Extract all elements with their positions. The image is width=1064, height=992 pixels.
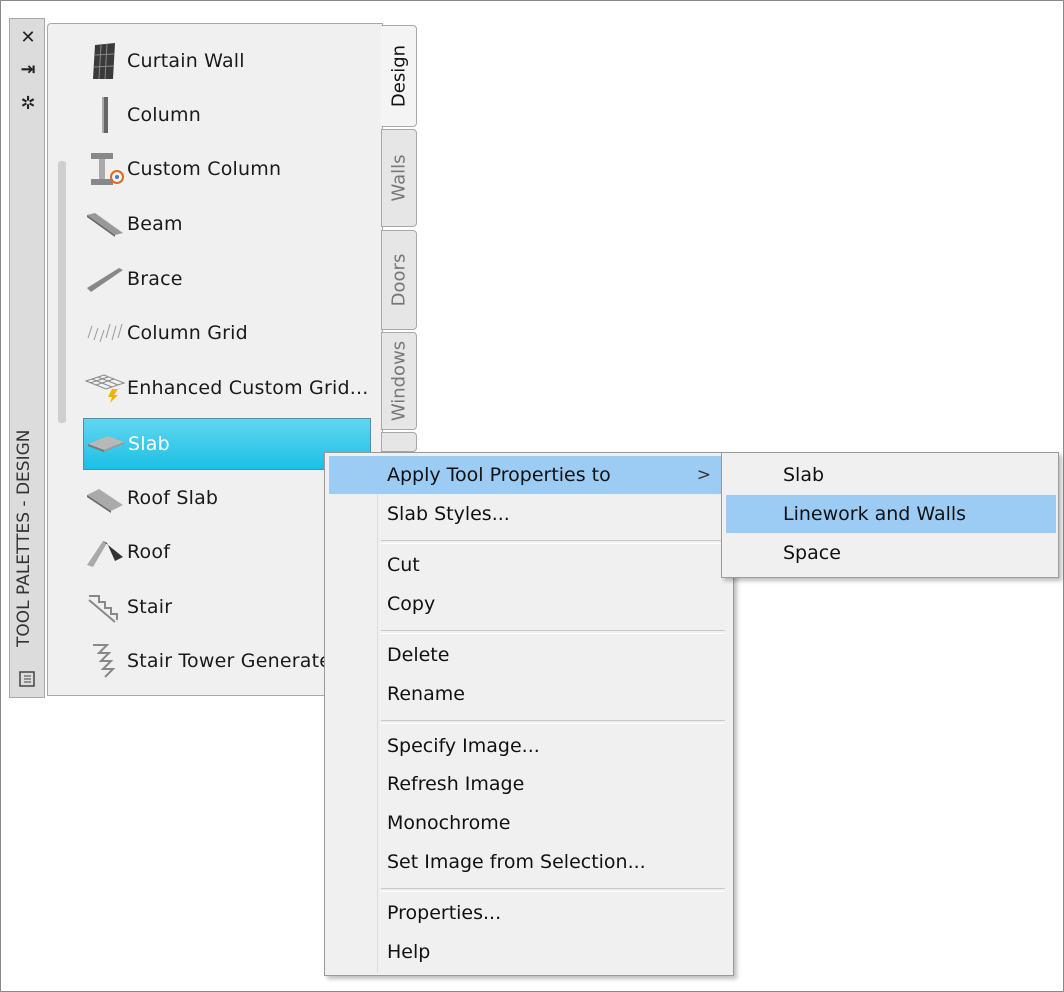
close-icon[interactable]: ✕: [18, 27, 38, 48]
menu-item-monochrome[interactable]: Monochrome: [329, 804, 729, 842]
tool-label: Column: [127, 104, 201, 126]
menu-item-label: Slab Styles...: [387, 503, 510, 525]
tool-label: Stair Tower Generate: [127, 650, 332, 672]
apply-tool-properties-submenu: Slab Linework and Walls Space: [721, 452, 1059, 578]
menu-item-slab-styles[interactable]: Slab Styles...: [329, 495, 729, 533]
tool-brace[interactable]: Brace: [83, 253, 371, 305]
tool-curtain-wall[interactable]: Curtain Wall: [83, 35, 371, 87]
tab-walls[interactable]: Walls: [381, 129, 417, 227]
menu-item-label: Properties...: [387, 902, 502, 924]
menu-item-rename[interactable]: Rename: [329, 675, 729, 713]
submenu-item-label: Space: [783, 542, 841, 564]
menu-item-label: Rename: [387, 683, 465, 705]
menu-item-delete[interactable]: Delete: [329, 636, 729, 674]
tab-doors[interactable]: Doors: [381, 230, 417, 330]
curtain-wall-icon: [83, 39, 127, 83]
palette-title-bar[interactable]: ✕ ⇥ ✲ TOOL PALETTES - DESIGN: [9, 18, 45, 698]
tab-label: Windows: [388, 340, 410, 422]
submenu-item-label: Linework and Walls: [783, 503, 967, 525]
menu-item-label: Specify Image...: [387, 735, 540, 757]
tab-label: Doors: [388, 253, 410, 307]
tab-label: Walls: [388, 154, 410, 202]
tool-label: Column Grid: [127, 322, 248, 344]
palette-menu-icon[interactable]: [18, 669, 38, 689]
menu-item-label: Cut: [387, 554, 420, 576]
tool-label: Beam: [127, 213, 183, 235]
tool-label: Slab: [128, 433, 170, 455]
menu-item-label: Delete: [387, 644, 450, 666]
tab-label: Design: [388, 44, 410, 108]
context-menu: Apply Tool Properties to > Slab Styles..…: [324, 452, 734, 976]
palette-scrollbar[interactable]: [58, 161, 66, 423]
custom-column-icon: [83, 147, 127, 191]
menu-item-label: Copy: [387, 593, 436, 615]
menu-item-label: Set Image from Selection...: [387, 851, 646, 873]
submenu-item-label: Slab: [783, 464, 825, 486]
menu-item-label: Apply Tool Properties to: [387, 464, 611, 486]
menu-item-properties[interactable]: Properties...: [329, 894, 729, 932]
menu-item-label: Help: [387, 941, 431, 963]
tab-more[interactable]: [381, 432, 417, 452]
tool-enhanced-custom-grid[interactable]: Enhanced Custom Grid...: [83, 362, 371, 414]
menu-separator: [381, 888, 725, 892]
submenu-item-space[interactable]: Space: [726, 534, 1056, 572]
slab-icon: [84, 422, 128, 466]
palette-title: TOOL PALETTES - DESIGN: [14, 429, 34, 648]
tool-label: Brace: [127, 268, 183, 290]
tool-column-grid[interactable]: Column Grid: [83, 307, 371, 359]
menu-item-cut[interactable]: Cut: [329, 546, 729, 584]
column-grid-icon: [83, 311, 127, 355]
enhanced-custom-grid-icon: [83, 366, 127, 410]
tab-windows[interactable]: Windows: [381, 332, 417, 430]
roof-icon: [83, 530, 127, 574]
tab-design[interactable]: Design: [381, 25, 417, 127]
tool-label: Roof: [127, 541, 171, 563]
menu-item-specify-image[interactable]: Specify Image...: [329, 727, 729, 765]
menu-item-apply-tool-properties[interactable]: Apply Tool Properties to >: [329, 456, 729, 494]
submenu-item-slab[interactable]: Slab: [726, 456, 1056, 494]
autohide-icon[interactable]: ⇥: [18, 59, 38, 80]
menu-separator: [381, 720, 725, 724]
menu-item-copy[interactable]: Copy: [329, 585, 729, 623]
roof-slab-icon: [83, 476, 127, 520]
column-icon: [83, 93, 127, 137]
brace-icon: [83, 257, 127, 301]
tool-label: Enhanced Custom Grid...: [127, 377, 369, 399]
tool-label: Custom Column: [127, 158, 282, 180]
menu-item-refresh-image[interactable]: Refresh Image: [329, 765, 729, 803]
tool-label: Roof Slab: [127, 487, 219, 509]
stair-icon: [83, 585, 127, 629]
stair-tower-icon: [83, 639, 127, 683]
tool-label: Curtain Wall: [127, 50, 245, 72]
menu-item-label: Monochrome: [387, 812, 511, 834]
submenu-item-linework-and-walls[interactable]: Linework and Walls: [726, 495, 1056, 533]
tool-beam[interactable]: Beam: [83, 198, 371, 250]
menu-item-set-image-from-selection[interactable]: Set Image from Selection...: [329, 843, 729, 881]
properties-gear-icon[interactable]: ✲: [18, 93, 38, 114]
menu-separator: [381, 630, 725, 634]
tool-label: Stair: [127, 596, 173, 618]
menu-item-help[interactable]: Help: [329, 933, 729, 971]
tool-custom-column[interactable]: Custom Column: [83, 143, 371, 195]
beam-icon: [83, 202, 127, 246]
menu-separator: [381, 540, 725, 544]
menu-item-label: Refresh Image: [387, 773, 525, 795]
submenu-arrow-icon: >: [696, 465, 711, 485]
tool-column[interactable]: Column: [83, 89, 371, 141]
